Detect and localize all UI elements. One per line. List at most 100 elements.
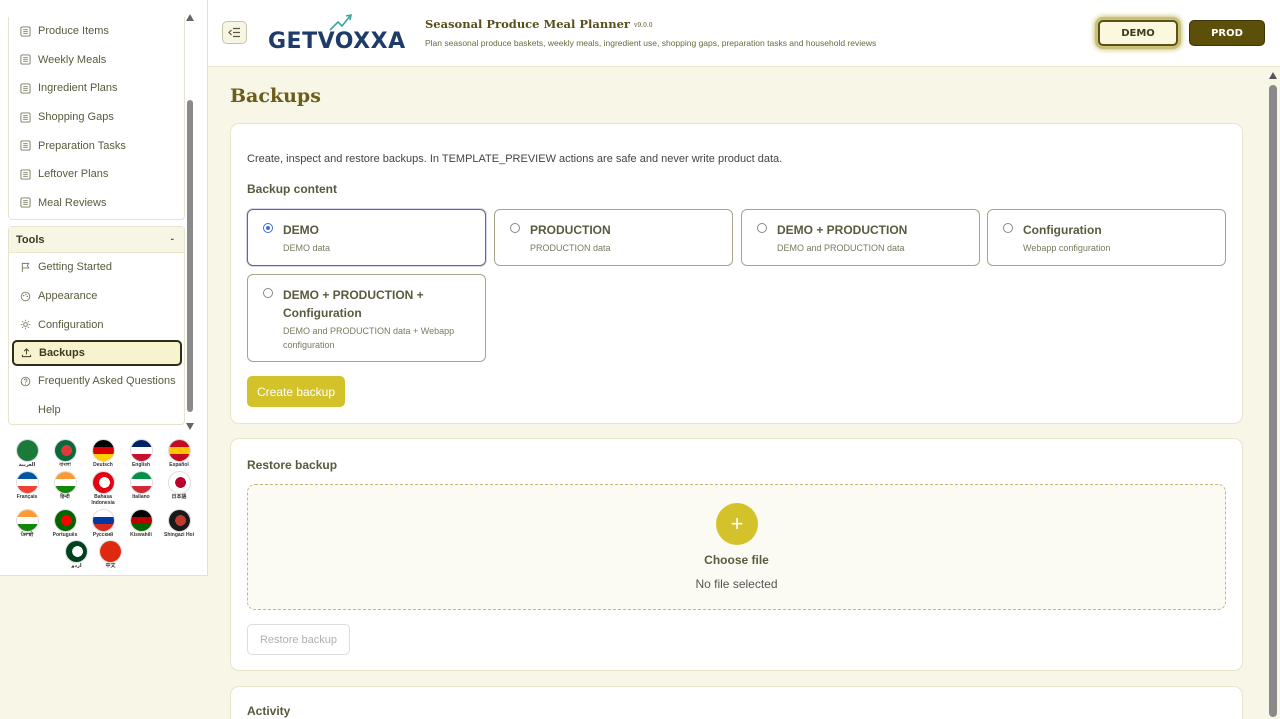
language-option[interactable]: हिन्दी (46, 472, 84, 506)
env-demo-button[interactable]: DEMO (1098, 20, 1178, 46)
language-option[interactable]: Bahasa Indonesia (84, 472, 122, 506)
language-option[interactable]: Italiano (122, 472, 160, 506)
sidebar-toggle-button[interactable] (222, 21, 247, 44)
language-option[interactable]: 中文 (100, 541, 121, 569)
question-icon (19, 375, 31, 387)
language-option[interactable]: English (122, 440, 160, 468)
tools-title: Tools (16, 233, 45, 246)
language-option[interactable]: Español (160, 440, 198, 468)
sidebar-scrollbar[interactable] (186, 14, 194, 430)
sidebar-item-help[interactable]: Help (9, 396, 184, 425)
language-option[interactable]: اردو (66, 541, 87, 569)
backup-intro-text: Create, inspect and restore backups. In … (247, 153, 783, 165)
sidebar-item-produce-items[interactable]: Produce Items (9, 17, 184, 46)
language-label: Español (169, 462, 189, 468)
language-label: Bahasa Indonesia (91, 494, 115, 506)
flag-icon (54, 510, 76, 531)
language-label: Português (52, 532, 78, 538)
sidebar-item-preparation-tasks[interactable]: Preparation Tasks (9, 131, 184, 160)
scrollbar-thumb[interactable] (187, 100, 193, 412)
sidebar-item-faq[interactable]: Frequently Asked Questions (9, 367, 184, 396)
sidebar-item-label: Appearance (38, 290, 98, 303)
main-scrollbar[interactable] (1266, 68, 1280, 719)
backup-content-title: Backup content (247, 182, 338, 196)
language-option[interactable]: Shingazi Hoi (160, 510, 198, 538)
plus-icon[interactable]: + (716, 503, 758, 545)
backup-option-configuration[interactable]: Configuration Webapp configuration (987, 209, 1226, 266)
activity-card: Activity (230, 686, 1243, 719)
sidebar-item-label: Preparation Tasks (38, 139, 126, 152)
sidebar-item-label: Leftover Plans (38, 168, 109, 181)
language-option[interactable]: 日本語 (160, 472, 198, 506)
language-label: Français (16, 494, 38, 500)
language-selector-last-row: اردو 中文 (66, 541, 121, 569)
radio-button[interactable] (510, 223, 520, 233)
flag-icon (92, 510, 114, 531)
create-backup-button[interactable]: Create backup (247, 376, 345, 407)
sidebar-item-configuration[interactable]: Configuration (9, 310, 184, 339)
sidebar-item-shopping-gaps[interactable]: Shopping Gaps (9, 103, 184, 132)
sidebar-item-weekly-meals[interactable]: Weekly Meals (9, 46, 184, 75)
tools-header[interactable]: Tools - (9, 227, 184, 254)
language-label: Italiano (132, 494, 150, 500)
language-label: हिन्दी (60, 494, 70, 500)
flag-icon (130, 472, 152, 493)
page-title: Backups (230, 85, 321, 107)
language-option[interactable]: Kiswahili (122, 510, 160, 538)
sidebar-item-backups[interactable]: Backups (12, 339, 182, 366)
radio-button[interactable] (263, 223, 273, 233)
language-option[interactable]: বাংলা (46, 440, 84, 468)
language-selector: العربية বাংলা Deutsch English Español Françai… (8, 440, 198, 538)
language-option[interactable]: Français (8, 472, 46, 506)
option-title: DEMO + PRODUCTION (777, 223, 908, 237)
flag-icon (130, 440, 152, 461)
getvoxxa-logo: GETVOXXA (268, 13, 406, 54)
flag-icon (92, 440, 114, 461)
language-option[interactable]: Deutsch (84, 440, 122, 468)
language-option[interactable]: العربية (8, 440, 46, 468)
language-label: Kiswahili (130, 532, 152, 538)
scrollbar-thumb[interactable] (1269, 85, 1277, 717)
logo-text: GETVOXXA (268, 29, 406, 54)
flag-icon (130, 510, 152, 531)
sidebar-item-leftover-plans[interactable]: Leftover Plans (9, 160, 184, 189)
language-label: English (131, 462, 151, 468)
main-content: Backups Create, inspect and restore back… (208, 68, 1266, 719)
language-option[interactable]: Русский (84, 510, 122, 538)
upload-icon (20, 347, 32, 359)
language-option[interactable]: Português (46, 510, 84, 538)
sidebar-item-label: Ingredient Plans (38, 82, 118, 95)
language-label: العربية (18, 462, 36, 468)
list-icon (19, 82, 31, 94)
radio-button[interactable] (1003, 223, 1013, 233)
backup-option-demo-production[interactable]: DEMO + PRODUCTION DEMO and PRODUCTION da… (741, 209, 980, 266)
flag-icon (66, 541, 87, 562)
language-label: Deutsch (93, 462, 113, 468)
scroll-down-icon[interactable] (186, 423, 194, 430)
list-icon (19, 25, 31, 37)
collapse-icon[interactable]: - (171, 234, 174, 245)
flag-icon (168, 472, 190, 493)
scroll-up-icon[interactable] (186, 14, 194, 21)
radio-button[interactable] (263, 288, 273, 298)
radio-button[interactable] (757, 223, 767, 233)
choose-file-label[interactable]: Choose file (248, 553, 1225, 567)
backup-option-demo[interactable]: DEMO DEMO data (247, 209, 486, 266)
file-dropzone[interactable]: + Choose file No file selected (247, 484, 1226, 610)
restore-backup-button[interactable]: Restore backup (247, 624, 350, 655)
sidebar-item-label: Shopping Gaps (38, 111, 114, 124)
sidebar-item-appearance[interactable]: Appearance (9, 282, 184, 311)
scroll-up-icon[interactable] (1269, 72, 1277, 79)
language-label: 中文 (105, 563, 116, 569)
sidebar-item-getting-started[interactable]: Getting Started (9, 253, 184, 282)
backup-option-all[interactable]: DEMO + PRODUCTION + Configuration DEMO a… (247, 274, 486, 362)
app-version: v9.0.0 (633, 21, 653, 29)
activity-title: Activity (247, 704, 291, 718)
env-prod-button[interactable]: PROD (1189, 20, 1265, 46)
sidebar-item-label: Configuration (38, 318, 104, 331)
sidebar-item-meal-reviews[interactable]: Meal Reviews (9, 189, 184, 218)
backup-option-production[interactable]: PRODUCTION PRODUCTION data (494, 209, 733, 266)
language-option[interactable]: ਪੰਜਾਬੀ (8, 510, 46, 538)
sidebar-item-ingredient-plans[interactable]: Ingredient Plans (9, 74, 184, 103)
list-icon (19, 140, 31, 152)
